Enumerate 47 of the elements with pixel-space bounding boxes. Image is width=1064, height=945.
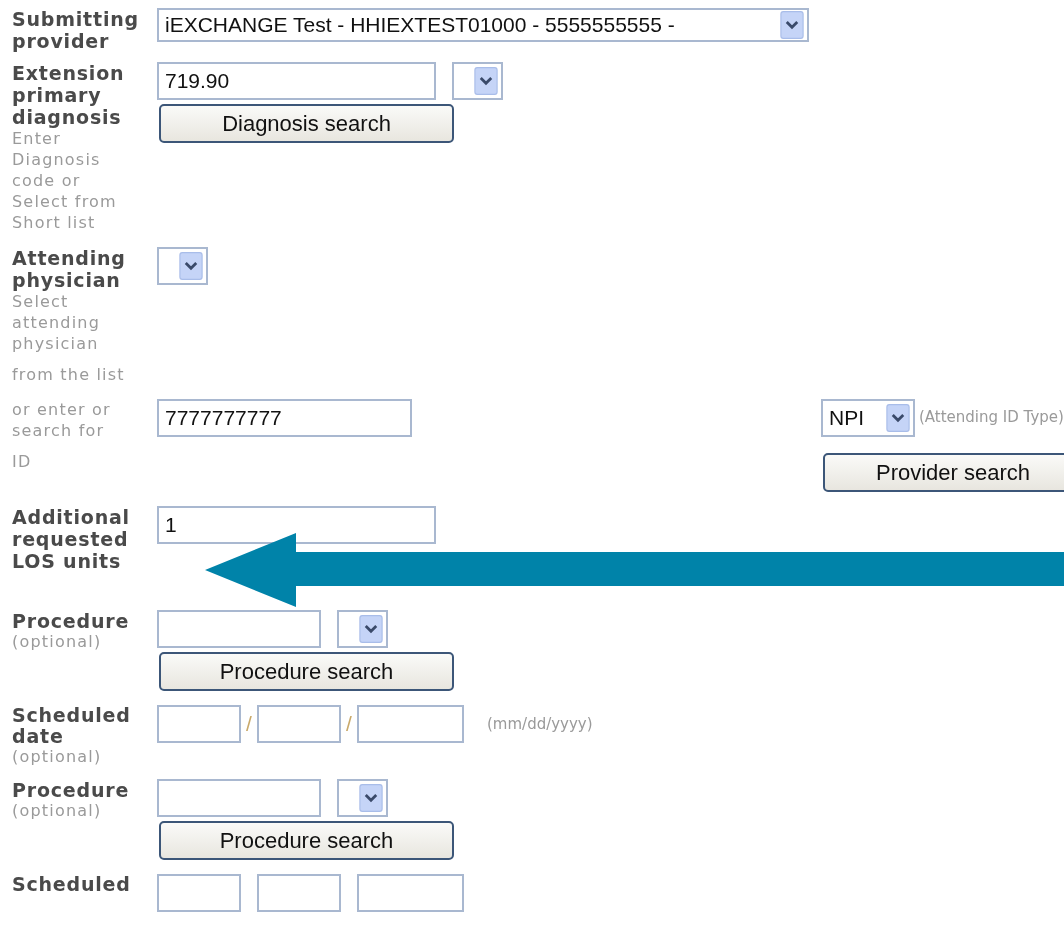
help-text: Enter Diagnosis code or Select from Short list [12, 128, 118, 233]
chevron-down-icon [779, 11, 805, 39]
field-label: Submitting provider [12, 8, 140, 52]
month-input[interactable] [157, 705, 241, 743]
chevron-down-icon [358, 784, 384, 812]
optional-note: (optional) [12, 801, 103, 821]
year-input[interactable] [357, 874, 464, 912]
help-text: from the list [12, 364, 126, 385]
code-dropdown[interactable] [452, 62, 503, 100]
units-input[interactable]: 1 [157, 506, 436, 544]
chevron-down-icon [885, 404, 911, 432]
field-label: Procedure [12, 610, 131, 632]
provider-dropdown[interactable]: iEXCHANGE Test - HHIEXTEST01000 - 5555555555 - [157, 8, 809, 42]
code-dropdown[interactable] [337, 779, 388, 817]
help-text: Select attending physician [12, 291, 102, 354]
chevron-down-icon [358, 615, 384, 643]
field-label: Scheduled [12, 874, 132, 895]
id-type-dropdown[interactable]: NPI [821, 399, 915, 437]
optional-note: (optional) [12, 632, 103, 652]
day-input[interactable] [257, 874, 341, 912]
provider-search-button[interactable]: Provider search [823, 453, 1064, 492]
day-input[interactable] [257, 705, 341, 743]
date-separator: / [345, 712, 353, 736]
search-button[interactable]: Procedure search [159, 821, 454, 860]
optional-note: (optional) [12, 747, 103, 767]
search-button[interactable]: Diagnosis search [159, 104, 454, 143]
year-input[interactable] [357, 705, 464, 743]
field-label: Additional requested LOS units [12, 506, 131, 572]
code-input[interactable]: 719.90 [157, 62, 436, 100]
physician-dropdown[interactable] [157, 247, 208, 285]
help-text: ID [12, 451, 33, 472]
code-dropdown[interactable] [337, 610, 388, 648]
field-label: Extension primary diagnosis [12, 62, 126, 128]
date-separator: / [245, 712, 253, 736]
chevron-down-icon [178, 252, 204, 280]
code-input[interactable] [157, 610, 321, 648]
code-input[interactable] [157, 779, 321, 817]
field-label: Procedure [12, 779, 131, 801]
id-input[interactable]: 7777777777 [157, 399, 412, 437]
help-text: or enter or search for [12, 399, 112, 441]
search-button[interactable]: Procedure search [159, 652, 454, 691]
month-input[interactable] [157, 874, 241, 912]
field-label: Attending physician [12, 247, 127, 291]
id-type-note: (Attending ID Type) [919, 407, 1064, 426]
chevron-down-icon [473, 67, 499, 95]
date-format-hint: (mm/dd/yyyy) [487, 715, 593, 733]
field-label: Scheduled date [12, 705, 132, 747]
